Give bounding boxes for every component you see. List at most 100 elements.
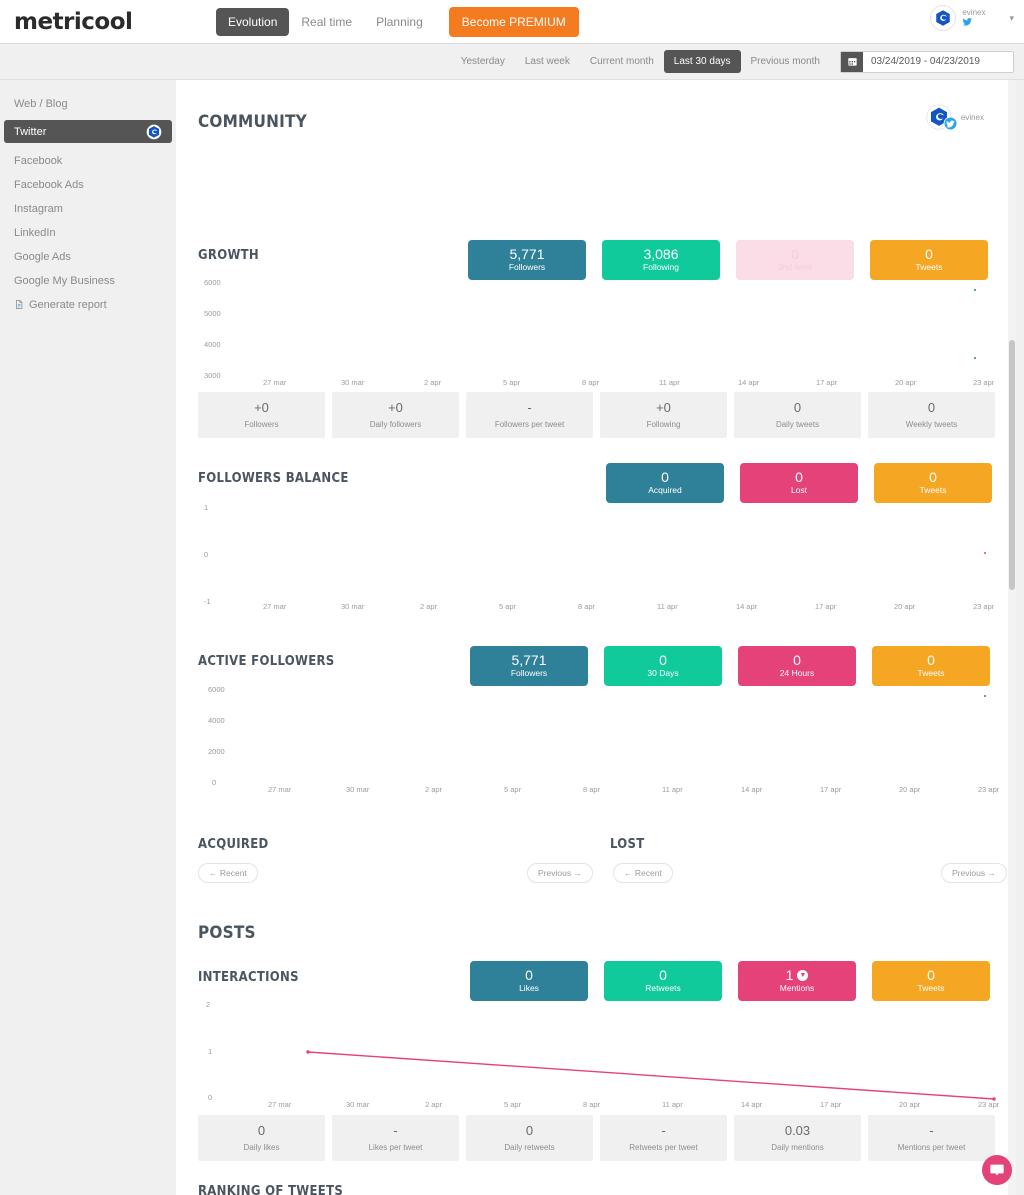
range-option-yesterday[interactable]: Yesterday [451, 50, 515, 73]
section-title-posts: POSTS [198, 923, 256, 943]
range-option-last-week[interactable]: Last week [515, 50, 580, 73]
sidebar-item-linkedin[interactable]: LinkedIn [4, 221, 172, 244]
range-option-current-month[interactable]: Current month [580, 50, 664, 73]
x-tick: 11 apr [659, 378, 680, 387]
kpi-label: 24 Hours [779, 668, 815, 679]
y-tick: 6000 [208, 685, 225, 694]
x-tick: 11 apr [662, 1100, 683, 1109]
kpi-value: 0 [659, 651, 667, 668]
section-title-ranking-of-tweets: RANKING OF TWEETS [198, 1184, 344, 1195]
kpi-value: 0 [791, 245, 799, 262]
section-title-growth: GROWTH [198, 248, 260, 263]
acquired-recent-button[interactable]: ← Recent [198, 863, 258, 883]
data-point [974, 357, 976, 359]
kpi-value: 5,771 [509, 245, 545, 262]
sidebar-item-instagram[interactable]: Instagram [4, 197, 172, 220]
kpi-label: Mentions [779, 983, 815, 994]
sidebar-item-facebook[interactable]: Facebook [4, 149, 172, 172]
avatar [930, 5, 957, 31]
stat-followers: +0 Followers [198, 392, 325, 438]
kpi-tweets[interactable]: 0 Tweets [874, 463, 992, 503]
calendar-icon[interactable] [841, 51, 863, 72]
stat-daily-likes: 0 Daily likes [198, 1115, 325, 1161]
x-tick: 8 apr [582, 378, 600, 387]
interactions-stat-row: 0 Daily likes - Likes per tweet 0 Daily … [198, 1115, 995, 1161]
x-tick: 5 apr [504, 785, 522, 794]
sidebar-item-label: LinkedIn [14, 226, 56, 239]
sidebar-item-twitter[interactable]: Twitter [4, 120, 172, 143]
stat-mentions-per-tweet: - Mentions per tweet [868, 1115, 995, 1161]
x-tick: 11 apr [662, 785, 683, 794]
sidebar-item-facebook-ads[interactable]: Facebook Ads [4, 173, 172, 196]
chevron-down-icon[interactable]: ▾ [1009, 13, 1014, 24]
stat-value: - [929, 1123, 934, 1138]
profile-name: evinex [960, 112, 984, 122]
stat-label: Daily retweets [504, 1143, 555, 1152]
date-range-bar: Yesterday Last week Current month Last 3… [0, 44, 1024, 80]
x-tick: 20 apr [899, 1100, 921, 1109]
become-premium-button[interactable]: Become PREMIUM [448, 7, 579, 37]
stat-likes-per-tweet: - Likes per tweet [332, 1115, 459, 1161]
app-logo: metricool [14, 8, 133, 35]
brand-hexagon-icon [146, 124, 162, 140]
sidebar-item-web-blog[interactable]: Web / Blog [4, 92, 172, 115]
x-tick: 27 mar [268, 785, 292, 794]
stat-label: Daily mentions [771, 1143, 824, 1152]
x-tick: 23 apr [973, 602, 995, 611]
account-menu[interactable]: evinex ▾ [930, 5, 1014, 31]
stat-daily-followers: +0 Daily followers [332, 392, 459, 438]
sidebar-item-google-ads[interactable]: Google Ads [4, 245, 172, 268]
sidebar-item-label: Google My Business [14, 274, 115, 287]
followers-balance-chart[interactable]: 1 0 -1 27 mar 30 mar 2 apr 5 apr 8 apr 1… [176, 498, 1016, 618]
nav-tab-real-time[interactable]: Real time [289, 8, 364, 36]
content-panel: COMMUNITY evinex GROWTH 5,771 Followers … [176, 80, 1016, 1195]
date-range-field[interactable]: 03/24/2019 - 04/23/2019 [840, 50, 1014, 73]
stat-value: - [527, 400, 532, 415]
x-tick: 5 apr [504, 1100, 522, 1109]
interactions-chart[interactable]: 2 1 0 27 mar 30 mar 2 apr 5 apr 8 apr 11… [176, 995, 1016, 1115]
stat-value: 0 [793, 400, 802, 415]
date-range-value[interactable]: 03/24/2019 - 04/23/2019 [863, 56, 1013, 67]
kpi-value: 0 [927, 651, 935, 668]
y-tick: -1 [204, 597, 211, 606]
kpi-acquired[interactable]: 0 Acquired [606, 463, 724, 503]
data-point [984, 552, 986, 554]
kpi-lost[interactable]: 0 Lost [740, 463, 858, 503]
kpi-label: Retweets [645, 983, 681, 994]
y-tick: 4000 [208, 716, 225, 725]
stat-value: +0 [656, 400, 671, 415]
x-tick: 14 apr [741, 1100, 763, 1109]
content-scrollbar-thumb[interactable] [1009, 340, 1015, 590]
active-followers-chart[interactable]: 6000 4000 2000 0 27 mar 30 mar 2 apr 5 a… [176, 680, 1016, 800]
lost-recent-button[interactable]: ← Recent [613, 863, 673, 883]
kpi-label: Likes [519, 983, 539, 994]
x-tick: 20 apr [899, 785, 921, 794]
x-tick: 5 apr [499, 602, 517, 611]
sidebar-item-label: Facebook Ads [14, 178, 84, 191]
main-navigation: Evolution Real time Planning Become PREM… [216, 7, 579, 37]
x-tick: 23 apr [973, 378, 995, 387]
twitter-icon [962, 18, 973, 26]
growth-chart[interactable]: 6000 5000 4000 3000 27 mar 30 mar 2 apr … [176, 270, 1016, 390]
kpi-label: Lost [790, 485, 808, 496]
acquired-previous-button[interactable]: Previous → [527, 863, 593, 883]
balance-kpi-row: 0 Acquired 0 Lost 0 Tweets [606, 463, 992, 503]
lost-previous-button[interactable]: Previous → [941, 863, 1007, 883]
sidebar-item-generate-report[interactable]: Generate report [4, 293, 172, 316]
profile-chip: evinex [926, 104, 984, 131]
chat-support-button[interactable] [982, 1155, 1012, 1185]
content-scrollbar-track[interactable] [1008, 80, 1016, 1195]
x-tick: 8 apr [583, 1100, 601, 1109]
sidebar-item-google-my-business[interactable]: Google My Business [4, 269, 172, 292]
sidebar-item-label: Instagram [14, 202, 63, 215]
data-point [974, 289, 976, 291]
y-tick: 2000 [208, 747, 225, 756]
kpi-value: 0 [929, 468, 937, 485]
nav-tab-planning[interactable]: Planning [364, 8, 435, 36]
nav-tab-evolution[interactable]: Evolution [216, 8, 290, 36]
y-tick: 3000 [204, 371, 221, 380]
x-tick: 20 apr [895, 378, 917, 387]
range-option-last-30-days[interactable]: Last 30 days [663, 50, 741, 73]
range-option-previous-month[interactable]: Previous month [741, 50, 830, 73]
stat-retweets-per-tweet: - Retweets per tweet [600, 1115, 727, 1161]
